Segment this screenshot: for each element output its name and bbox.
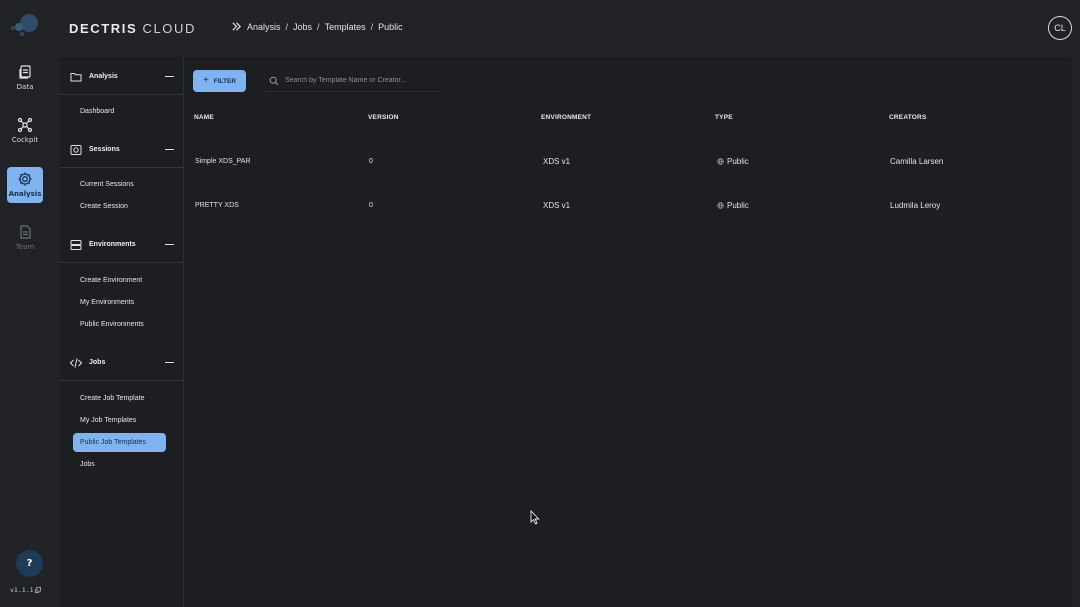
file-icon [20, 225, 31, 239]
nav-dashboard[interactable]: Dashboard [73, 102, 166, 121]
plus-icon: + [202, 75, 209, 86]
breadcrumb-separator: / [317, 21, 320, 32]
collapse-icon[interactable] [165, 149, 174, 150]
gear-icon [18, 172, 32, 186]
rail-label-data: Data [16, 83, 34, 91]
cell-type: Public [717, 157, 749, 166]
cell-name: PRETTY XDS [195, 202, 239, 209]
camera-icon [70, 144, 82, 155]
search-icon [269, 76, 279, 85]
collapse-icon[interactable] [165, 244, 174, 245]
section-title: Sessions [89, 146, 120, 153]
column-header-name[interactable]: NAME [194, 114, 214, 121]
cell-creators: Camilla Larsen [890, 157, 944, 166]
nav-create-session[interactable]: Create Session [73, 197, 166, 216]
brand-logo[interactable]: DECTRIS CLOUD [69, 21, 196, 36]
folder-icon [70, 72, 82, 81]
breadcrumb-analysis[interactable]: Analysis [247, 22, 281, 32]
double-chevron-right-icon [232, 22, 242, 31]
main-panel: Analysis Dashboard Sessions Current Sess… [60, 57, 1071, 607]
document-copy-icon [19, 65, 31, 79]
section-title: Environments [89, 241, 136, 248]
globe-icon [717, 158, 724, 165]
cell-version: 0 [369, 202, 373, 209]
copy-icon [35, 587, 42, 593]
nav-jobs[interactable]: Jobs [73, 455, 166, 474]
rail-label-cockpit: Cockpit [11, 136, 39, 144]
nav-my-job-templates[interactable]: My Job Templates [73, 411, 166, 430]
nav-public-job-templates[interactable]: Public Job Templates [73, 433, 166, 452]
brand-secondary: CLOUD [142, 21, 196, 36]
filter-label: FILTER [213, 77, 237, 85]
column-header-version[interactable]: VERSION [368, 114, 399, 121]
cell-environment: XDS v1 [543, 201, 571, 210]
cell-type: Public [717, 201, 749, 210]
network-icon [17, 117, 33, 133]
rail-label-team: Team [15, 243, 35, 251]
rail-label-analysis: Analysis [8, 190, 42, 198]
help-button[interactable]: ? [16, 550, 43, 577]
breadcrumb: Analysis / Jobs / Templates / Public [231, 21, 403, 32]
column-header-creators[interactable]: CREATORS [889, 114, 926, 121]
nav-create-environment[interactable]: Create Environment [73, 271, 166, 290]
rail-item-analysis[interactable]: Analysis [7, 167, 43, 203]
collapse-icon[interactable] [165, 362, 174, 363]
breadcrumb-separator: / [370, 21, 374, 32]
globe-icon [717, 202, 724, 209]
column-header-environment[interactable]: ENVIRONMENT [541, 114, 591, 121]
section-title: Jobs [89, 359, 106, 366]
section-environments[interactable]: Environments [60, 227, 184, 263]
search-bar [265, 70, 440, 92]
version-text: v1.1.1 [10, 586, 34, 594]
section-analysis[interactable]: Analysis [60, 59, 184, 95]
nav-my-environments[interactable]: My Environments [73, 293, 166, 312]
filter-button[interactable]: + FILTER [193, 70, 246, 92]
mouse-cursor-icon [530, 510, 540, 525]
rail-item-data[interactable]: Data [7, 60, 43, 96]
type-label: Public [727, 201, 749, 210]
nav-public-environments[interactable]: Public Environments [73, 315, 166, 334]
left-rail: Data Cockpit Analysis Team ? v1.1.1 [0, 0, 50, 607]
brand-primary: DECTRIS [69, 21, 138, 36]
collapse-icon[interactable] [165, 76, 174, 77]
cell-environment: XDS v1 [543, 157, 571, 166]
section-jobs[interactable]: Jobs [60, 345, 184, 381]
sidebar: Analysis Dashboard Sessions Current Sess… [60, 57, 184, 607]
type-label: Public [727, 157, 749, 166]
version-label[interactable]: v1.1.1 [10, 586, 42, 594]
breadcrumb-templates[interactable]: Templates [325, 22, 366, 32]
breadcrumb-separator: / [285, 21, 289, 32]
user-avatar[interactable]: CL [1048, 16, 1072, 40]
breadcrumb-public: Public [378, 21, 403, 32]
search-input[interactable] [285, 77, 435, 84]
code-icon [70, 357, 82, 368]
nav-create-job-template[interactable]: Create Job Template [73, 389, 166, 408]
column-header-type[interactable]: TYPE [715, 114, 733, 121]
section-title: Analysis [89, 73, 118, 80]
rail-item-team[interactable]: Team [7, 220, 43, 256]
cell-version: 0 [369, 158, 373, 165]
rail-item-cockpit[interactable]: Cockpit [7, 113, 43, 149]
logo-icon [11, 14, 38, 36]
server-icon [70, 239, 82, 250]
nav-current-sessions[interactable]: Current Sessions [73, 175, 166, 194]
cell-creators: Ludmila Leroy [890, 201, 941, 210]
breadcrumb-jobs[interactable]: Jobs [293, 22, 312, 32]
section-sessions[interactable]: Sessions [60, 132, 184, 168]
cell-name: Simple XDS_PAR [195, 158, 251, 165]
